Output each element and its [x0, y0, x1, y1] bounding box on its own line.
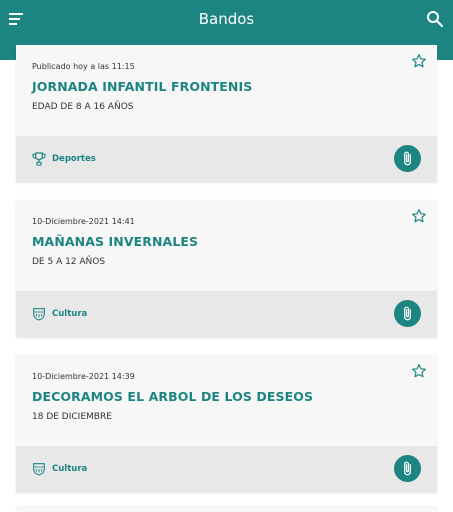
- category-tag: Cultura: [31, 460, 87, 478]
- culture-emblem-icon: [33, 463, 45, 476]
- card-footer: Cultura: [16, 291, 437, 337]
- category-label: Cultura: [52, 464, 88, 474]
- category-label: Deportes: [52, 154, 96, 164]
- attachment-button[interactable]: [394, 145, 421, 172]
- card-body: 10-Diciembre-2021 14:41 MAÑANAS INVERNAL…: [16, 200, 437, 291]
- card-subtitle: EDAD DE 8 A 16 AÑOS: [32, 102, 134, 112]
- bando-card[interactable]: Publicado hoy a las 11:15 JORNADA INFANT…: [16, 45, 437, 182]
- card-body: 10-Diciembre-2021 14:39 DECORAMOS EL ARB…: [16, 355, 437, 446]
- card-title: MAÑANAS INVERNALES: [32, 234, 199, 249]
- category-tag: Cultura: [31, 305, 87, 323]
- card-subtitle: 18 DE DICIEMBRE: [32, 412, 112, 422]
- card-footer: Cultura: [16, 446, 437, 492]
- paperclip-icon: [404, 306, 411, 321]
- category-label: Cultura: [52, 309, 88, 319]
- star-outline-icon: [412, 209, 426, 223]
- culture-emblem-icon: [33, 308, 45, 321]
- card-title: JORNADA INFANTIL FRONTENIS: [32, 79, 253, 94]
- attachment-button[interactable]: [394, 300, 421, 327]
- next-card-peek[interactable]: [16, 508, 437, 512]
- card-date: 10-Diciembre-2021 14:39: [32, 372, 135, 381]
- search-button[interactable]: [425, 9, 445, 29]
- card-date: 10-Diciembre-2021 14:41: [32, 217, 135, 226]
- search-icon: [427, 11, 444, 28]
- star-outline-icon: [412, 364, 426, 378]
- card-subtitle: DE 5 A 12 AÑOS: [32, 257, 106, 267]
- paperclip-icon: [404, 461, 411, 476]
- star-outline-icon: [412, 54, 426, 68]
- card-footer: Deportes: [16, 136, 437, 182]
- card-title: DECORAMOS EL ARBOL DE LOS DESEOS: [32, 389, 314, 404]
- favorite-button[interactable]: [411, 363, 427, 379]
- trophy-icon: [32, 152, 46, 166]
- favorite-button[interactable]: [411, 53, 427, 69]
- card-date: Publicado hoy a las 11:15: [32, 62, 135, 71]
- attachment-button[interactable]: [394, 455, 421, 482]
- bando-card[interactable]: 10-Diciembre-2021 14:39 DECORAMOS EL ARB…: [16, 355, 437, 492]
- favorite-button[interactable]: [411, 208, 427, 224]
- bando-card[interactable]: 10-Diciembre-2021 14:41 MAÑANAS INVERNAL…: [16, 200, 437, 337]
- paperclip-icon: [404, 151, 411, 166]
- card-body: Publicado hoy a las 11:15 JORNADA INFANT…: [16, 45, 437, 136]
- category-tag: Deportes: [31, 150, 96, 168]
- page-title: Bandos: [198, 10, 255, 28]
